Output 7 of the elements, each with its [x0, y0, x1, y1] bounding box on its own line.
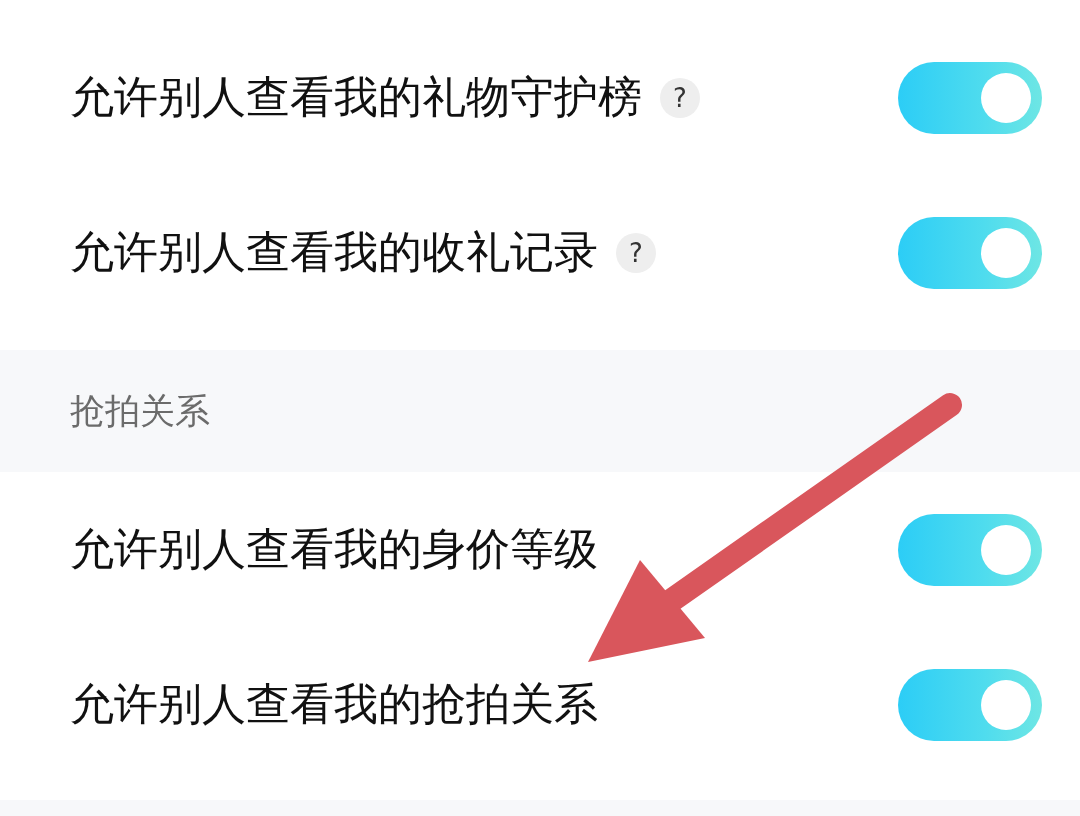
setting-label: 允许别人查看我的收礼记录 [70, 225, 598, 279]
help-button[interactable]: ? [660, 77, 700, 118]
setting-label: 允许别人查看我的礼物守护榜 [70, 70, 642, 124]
help-button[interactable]: ? [616, 232, 656, 273]
setting-label: 允许别人查看我的抢拍关系 [70, 677, 598, 731]
section-title: 抢拍关系 [70, 389, 210, 433]
setting-label: 允许别人查看我的身价等级 [70, 522, 598, 576]
